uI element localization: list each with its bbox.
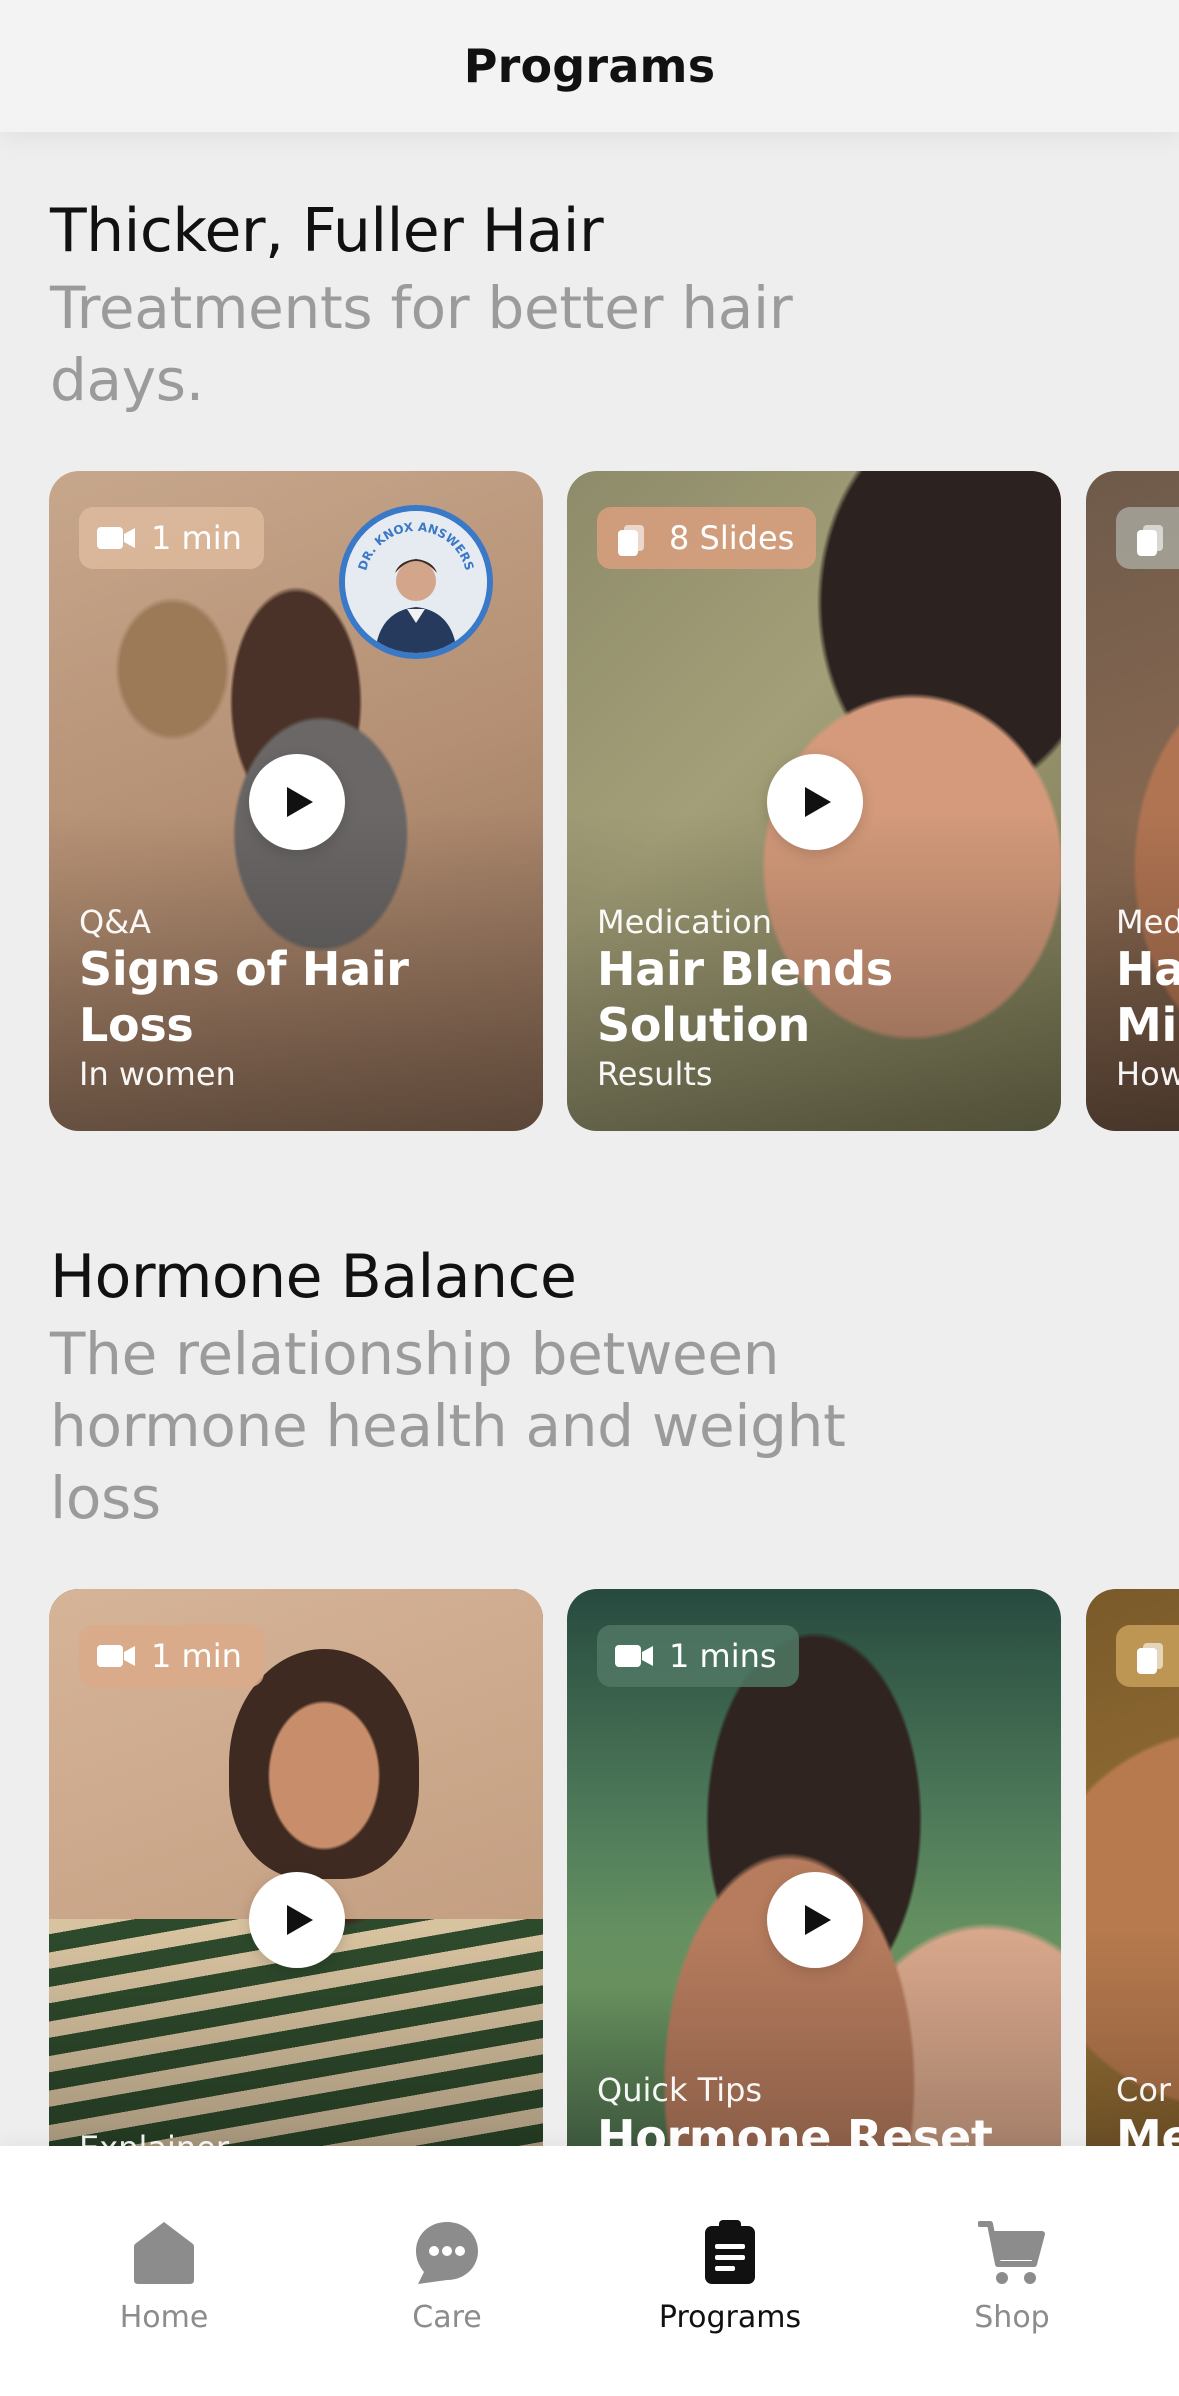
duration-badge: 1 mins [597, 1625, 799, 1687]
play-icon [805, 787, 831, 817]
top-bar: Programs [0, 0, 1179, 132]
tab-programs[interactable]: Programs [630, 2206, 830, 2335]
duration-badge: 1 min [79, 1625, 264, 1687]
card-title: Signs of Hair Loss [79, 942, 409, 1052]
card-category: Med [1116, 903, 1179, 941]
slides-badge [1116, 507, 1179, 569]
play-button[interactable] [767, 754, 863, 850]
bottom-tab-bar: Home Care Programs Shop [0, 2146, 1179, 2396]
tab-shop[interactable]: Shop [912, 2206, 1112, 2335]
play-icon [805, 1905, 831, 1935]
tab-home[interactable]: Home [64, 2206, 264, 2335]
slides-badge: 1 [1116, 1625, 1179, 1687]
page-title: Programs [463, 39, 716, 93]
program-card[interactable]: Med Ha Mi How [1086, 471, 1179, 1131]
play-icon [287, 787, 313, 817]
program-card[interactable]: 1 min DR. KNOX ANSWERS Q&A Signs of Hair… [49, 471, 543, 1131]
slides-icon [1134, 523, 1174, 556]
cart-icon [912, 2206, 1112, 2286]
clipboard-icon [630, 2206, 830, 2286]
video-camera-icon [97, 523, 137, 553]
duration-badge: 1 min [79, 507, 264, 569]
slides-icon [615, 523, 655, 556]
tab-care[interactable]: Care [347, 2206, 547, 2335]
card-description: How [1116, 1055, 1179, 1093]
chat-icon [347, 2206, 547, 2286]
section-subtitle: The relationship between hormone health … [50, 1320, 846, 1532]
slides-icon [1134, 1641, 1174, 1674]
home-icon [64, 2206, 264, 2286]
section-subtitle: Treatments for better hair days. [50, 274, 793, 414]
card-description: In women [79, 1055, 236, 1093]
video-camera-icon [97, 1641, 137, 1671]
card-carousel[interactable]: 1 min DR. KNOX ANSWERS Q&A Signs of Hair… [0, 471, 1179, 1131]
card-category: Quick Tips [597, 2071, 763, 2109]
play-button[interactable] [767, 1872, 863, 1968]
play-button[interactable] [249, 1872, 345, 1968]
card-category: Medication [597, 903, 772, 941]
card-title: Hair Blends Solution [597, 942, 893, 1052]
card-category: Q&A [79, 903, 152, 941]
program-card[interactable]: 8 Slides Medication Hair Blends Solution… [567, 471, 1061, 1131]
doctor-avatar[interactable]: DR. KNOX ANSWERS [339, 505, 493, 659]
card-category: Cor [1116, 2071, 1172, 2109]
slides-badge: 8 Slides [597, 507, 817, 569]
card-description: Results [597, 1055, 713, 1093]
video-camera-icon [615, 1641, 655, 1671]
section-title: Hormone Balance [50, 1242, 577, 1312]
play-button[interactable] [249, 754, 345, 850]
card-title: Ha Mi [1116, 942, 1179, 1052]
play-icon [287, 1905, 313, 1935]
section-title: Thicker, Fuller Hair [50, 196, 604, 266]
